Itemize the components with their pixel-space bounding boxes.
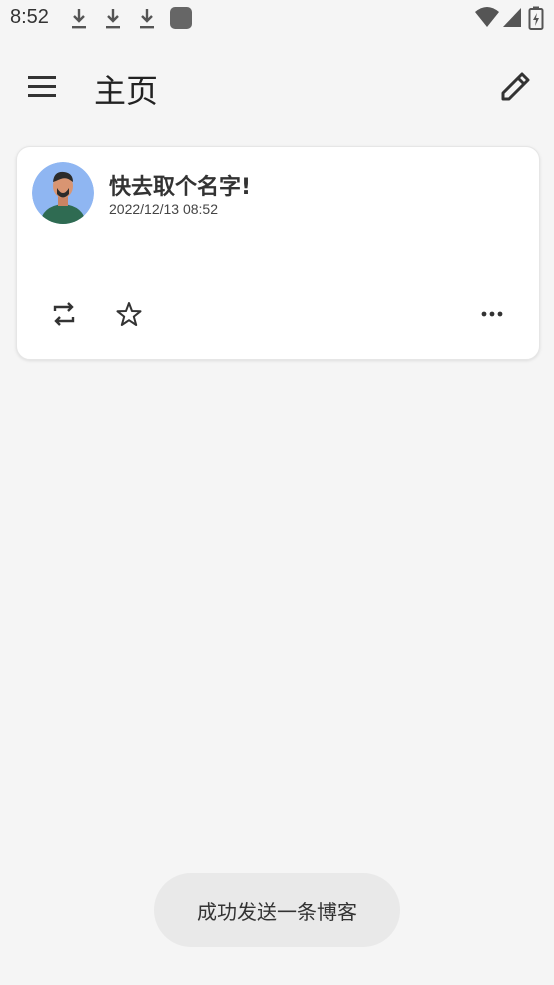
toast-message: 成功发送一条博客	[154, 873, 400, 947]
toast-text: 成功发送一条博客	[197, 899, 357, 924]
download-icon	[106, 9, 120, 29]
status-bar: 8:52	[0, 0, 554, 40]
avatar-illustration	[32, 162, 94, 224]
avatar[interactable]	[32, 162, 94, 224]
more-horizontal-icon[interactable]	[475, 297, 509, 331]
app-icon	[170, 7, 192, 29]
cellular-signal-icon	[503, 8, 521, 27]
edit-pencil-icon[interactable]	[496, 66, 536, 106]
post-card[interactable]: 快去取个名字! 2022/12/13 08:52	[16, 146, 540, 360]
download-icon	[140, 9, 154, 29]
page-title: 主页	[94, 72, 159, 110]
status-time: 8:52	[10, 6, 49, 28]
post-timestamp: 2022/12/13 08:52	[109, 201, 218, 217]
star-outline-icon[interactable]	[112, 297, 146, 331]
menu-icon[interactable]	[24, 70, 60, 106]
author-name[interactable]: 快去取个名字!	[109, 169, 251, 201]
repost-icon[interactable]	[47, 297, 81, 331]
wifi-icon	[475, 7, 499, 27]
battery-charging-icon	[528, 6, 544, 30]
download-icon	[72, 9, 86, 29]
app-bar: 主页	[0, 40, 554, 132]
